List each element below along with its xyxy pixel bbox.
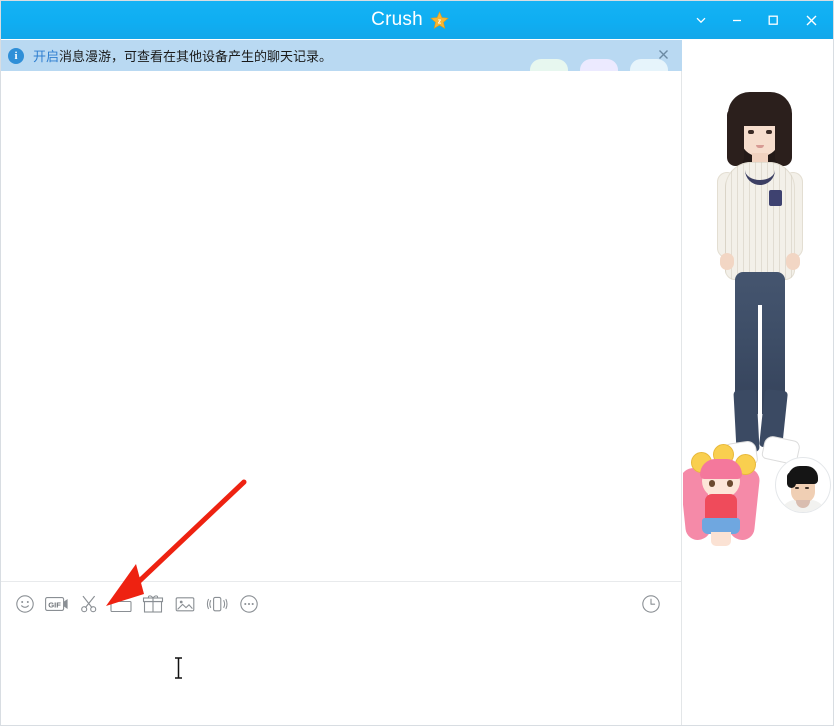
- character-hair-right: [775, 108, 792, 166]
- gift-icon: [142, 594, 164, 614]
- scissors-icon: [78, 593, 100, 615]
- clock-icon: [641, 594, 661, 614]
- character-hand-left: [720, 253, 734, 270]
- shake-button[interactable]: [201, 588, 233, 620]
- pet-eye-left: [709, 480, 715, 487]
- banner-rest-text: 消息漫游，可查看在其他设备产生的聊天记录。: [59, 49, 332, 64]
- message-list[interactable]: [1, 71, 681, 581]
- chevron-down-icon: [694, 13, 708, 27]
- image-button[interactable]: [169, 588, 201, 620]
- character-hand-right: [786, 253, 800, 270]
- file-button[interactable]: [105, 588, 137, 620]
- message-input[interactable]: [11, 629, 671, 691]
- star-badge-icon: z: [430, 11, 449, 30]
- avatar-eye-left: [795, 487, 799, 489]
- collapse-button[interactable]: [683, 1, 719, 39]
- pet-eye-right: [727, 480, 733, 487]
- ellipsis-circle-icon: [239, 594, 259, 614]
- close-icon: [804, 13, 819, 28]
- minimize-icon: [730, 13, 744, 27]
- pet-bangs: [700, 459, 742, 479]
- composer-toolbar: GIF: [1, 581, 681, 625]
- banner-text: 开启消息漫游，可查看在其他设备产生的聊天记录。: [33, 46, 332, 65]
- folder-icon: [110, 594, 132, 614]
- close-button[interactable]: [791, 1, 831, 39]
- enable-roaming-link[interactable]: 开启: [33, 49, 59, 64]
- user-avatar-image[interactable]: [775, 457, 831, 513]
- character-eye-right: [766, 130, 772, 134]
- pet-mascot-illustration[interactable]: [683, 440, 761, 548]
- svg-text:GIF: GIF: [48, 600, 61, 609]
- window-controls: [683, 1, 834, 39]
- avatar-hair-side: [787, 472, 796, 488]
- shake-phone-icon: [206, 593, 228, 615]
- pet-legs: [711, 532, 731, 546]
- gif-button[interactable]: GIF: [41, 588, 73, 620]
- maximize-icon: [766, 13, 780, 27]
- chat-panel: GIF: [1, 71, 682, 726]
- gif-icon: GIF: [45, 595, 69, 613]
- character-hair-left: [727, 108, 744, 166]
- emoji-button[interactable]: [9, 588, 41, 620]
- avatar-eye-right: [805, 487, 809, 489]
- smiley-icon: [15, 594, 35, 614]
- window-title-group: Crush z: [371, 9, 449, 31]
- maximize-button[interactable]: [755, 1, 791, 39]
- qq-chat-window: Crush z: [0, 0, 834, 726]
- info-icon: i: [8, 48, 24, 64]
- composer-area: 关闭(C) 发送(S): [1, 625, 681, 726]
- minimize-button[interactable]: [719, 1, 755, 39]
- screenshot-button[interactable]: [73, 588, 105, 620]
- text-cursor-icon: [173, 657, 184, 679]
- more-tools-button[interactable]: [233, 588, 265, 620]
- svg-text:z: z: [438, 18, 442, 25]
- title-bar: Crush z: [1, 1, 834, 39]
- chat-history-button[interactable]: [635, 588, 667, 620]
- qq-show-sidebar: [683, 40, 834, 726]
- character-eye-left: [748, 130, 754, 134]
- page-title: Crush: [371, 9, 423, 31]
- gift-button[interactable]: [137, 588, 169, 620]
- character-pocket: [769, 190, 782, 206]
- picture-icon: [174, 594, 196, 614]
- character-leg-gap: [758, 305, 762, 415]
